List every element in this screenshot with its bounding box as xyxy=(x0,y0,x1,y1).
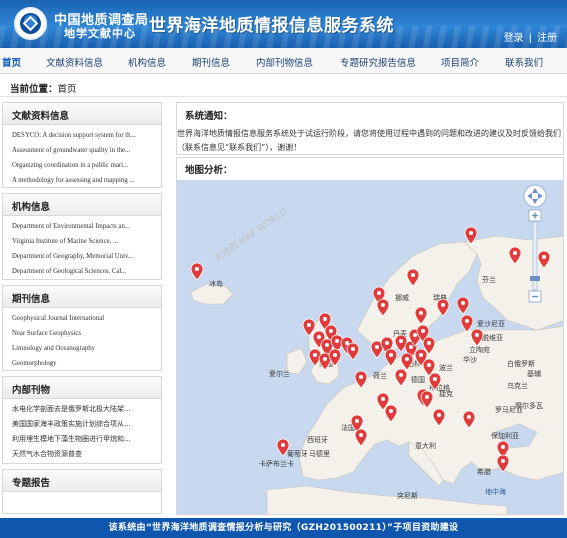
breadcrumb-label: 当前位置： xyxy=(10,84,58,95)
map-label: 挪威 xyxy=(395,293,409,302)
notice-text: 世界海洋地质情报信息服务系统处于试运行阶段，请您将使用过程中遇到的问题和改进的建… xyxy=(177,129,561,152)
map-label: 葡萄牙 xyxy=(287,449,308,458)
map-label: 波兰 xyxy=(439,363,453,372)
nav-institutions[interactable]: 机构信息 xyxy=(128,55,166,69)
notice-title: 系统通知： xyxy=(185,111,233,122)
map-label: 德国 xyxy=(411,375,425,384)
nav-journals[interactable]: 期刊信息 xyxy=(192,55,230,69)
list-item[interactable]: Department of Geography, Memorial Univ..… xyxy=(12,249,155,264)
map-label: 华沙 xyxy=(463,355,477,364)
list-item[interactable]: 天然气水合物资源普查 xyxy=(12,447,155,462)
map-label: 芬兰 xyxy=(482,275,496,284)
map-label: 意大利 xyxy=(415,441,436,450)
europe-map[interactable]: 冰岛 挪威 瑞典 芬兰 爱沙尼亚 拉脱维亚 丹麦 立陶宛 白俄罗斯 爱尔兰 英国… xyxy=(177,180,564,515)
list-item[interactable]: Geophysical Journal International xyxy=(12,311,155,326)
list-item[interactable]: 水电化学剖面去是俄罗斯北极大陆架... xyxy=(12,402,155,417)
map-label: 保加利亚 xyxy=(491,431,519,440)
map-pan-control[interactable] xyxy=(523,184,547,208)
zoom-slider-handle[interactable] xyxy=(530,276,540,281)
list-item[interactable]: Assessment of groundwater quality in the… xyxy=(12,143,155,158)
map-label: 马德里 xyxy=(309,449,330,458)
list-item[interactable]: Virginia Institute of Marine Science, ..… xyxy=(12,234,155,249)
map-label: 爱尔兰 xyxy=(269,369,290,378)
docs-panel: 文献资料信息 DESYCO: A decision support system… xyxy=(2,102,162,188)
nav-project-intro[interactable]: 项目简介 xyxy=(441,55,479,69)
institutions-panel-title[interactable]: 机构信息 xyxy=(3,194,161,216)
reports-panel: 专题报告 xyxy=(2,469,162,514)
map-label: 基辅 xyxy=(527,369,541,378)
link-separator: | xyxy=(528,33,532,44)
journals-panel: 期刊信息 Geophysical Journal International N… xyxy=(2,285,162,371)
map-label: 罗马尼亚 xyxy=(495,406,523,414)
map-label: 立陶宛 xyxy=(469,345,490,354)
site-header: 中国地质调查局 地学文献中心 世界海洋地质情报信息服务系统 登录 | 注册 xyxy=(0,0,567,48)
site-footer: 该系统由“世界海洋地质调查情报分析与研究（GZH201500211）”子项目资助… xyxy=(0,518,567,538)
nav-home[interactable]: 首页 xyxy=(2,55,21,69)
nav-documents[interactable]: 文献资料信息 xyxy=(46,55,103,69)
list-item[interactable]: Department of Environmental Impacts an..… xyxy=(12,219,155,234)
list-item[interactable]: Geomorphology xyxy=(12,356,155,371)
org-subname: 地学文献中心 xyxy=(64,27,136,40)
nav-internal-publications[interactable]: 内部刊物信息 xyxy=(256,55,313,69)
internal-panel: 内部刊物 水电化学剖面去是俄罗斯北极大陆架... 美国国家海丰政策实施计划综合项… xyxy=(2,376,162,464)
map-title: 地图分析： xyxy=(185,165,233,176)
nav-contact[interactable]: 联系我们 xyxy=(505,55,543,69)
list-item[interactable]: DESYCO: A decision support system for th… xyxy=(12,128,155,143)
breadcrumb-current[interactable]: 首页 xyxy=(58,84,77,95)
map-label: 白俄罗斯 xyxy=(507,359,535,368)
list-item[interactable]: Department of Geological Sciences, Cal..… xyxy=(12,264,155,279)
list-item[interactable]: Organizing coordination in a public mari… xyxy=(12,158,155,173)
institutions-panel: 机构信息 Department of Environmental Impacts… xyxy=(2,193,162,280)
nav-research-reports[interactable]: 专题研究报告信息 xyxy=(340,55,416,69)
list-item[interactable]: Limnology and Oceanography xyxy=(12,341,155,356)
map-label: 冰岛 xyxy=(209,279,223,288)
zoom-in-button[interactable] xyxy=(528,209,542,222)
list-item[interactable]: 利用埋生模地下藻生物圈进行甲烷和... xyxy=(12,432,155,447)
internal-panel-title[interactable]: 内部刊物 xyxy=(3,377,161,399)
main-nav: 首页 文献资料信息 机构信息 期刊信息 内部刊物信息 专题研究报告信息 项目简介… xyxy=(0,48,567,74)
account-links: 登录 | 注册 xyxy=(504,29,557,44)
breadcrumb-divider xyxy=(0,96,567,97)
map-panel: 地图分析： 冰岛 挪威 瑞典 芬兰 爱沙尼亚 拉脱维亚 丹麦 立陶宛 白俄罗斯 … xyxy=(176,157,564,515)
reports-panel-title[interactable]: 专题报告 xyxy=(3,470,161,492)
list-item[interactable]: Near Surface Geophysics xyxy=(12,326,155,341)
list-item[interactable]: 美国国家海丰政策实施计划综合项从... xyxy=(12,417,155,432)
docs-panel-title[interactable]: 文献资料信息 xyxy=(3,103,161,125)
map-label: 西班牙 xyxy=(307,435,328,444)
register-link[interactable]: 注册 xyxy=(537,33,557,44)
map-label: 地中海 xyxy=(485,487,506,496)
journals-panel-title[interactable]: 期刊信息 xyxy=(3,286,161,308)
login-link[interactable]: 登录 xyxy=(504,33,524,44)
map-label: 卡萨布兰卡 xyxy=(259,459,294,468)
map-label: 乌克兰 xyxy=(507,381,528,390)
map-label: 希腊 xyxy=(477,467,491,476)
map-label: 爱沙尼亚 xyxy=(477,320,505,328)
breadcrumb: 当前位置：首页 xyxy=(10,81,77,95)
map-label: 荷兰 xyxy=(373,371,387,380)
zoom-out-button[interactable] xyxy=(528,290,542,303)
cgs-logo xyxy=(14,7,47,40)
site-title: 世界海洋地质情报信息服务系统 xyxy=(149,16,394,36)
map-label: 突尼斯 xyxy=(397,491,418,500)
list-item[interactable]: A methodology for assessing and mapping … xyxy=(12,173,155,188)
system-notice: 系统通知： 世界海洋地质情报信息服务系统处于试运行阶段，请您将使用过程中遇到的问… xyxy=(176,102,564,155)
